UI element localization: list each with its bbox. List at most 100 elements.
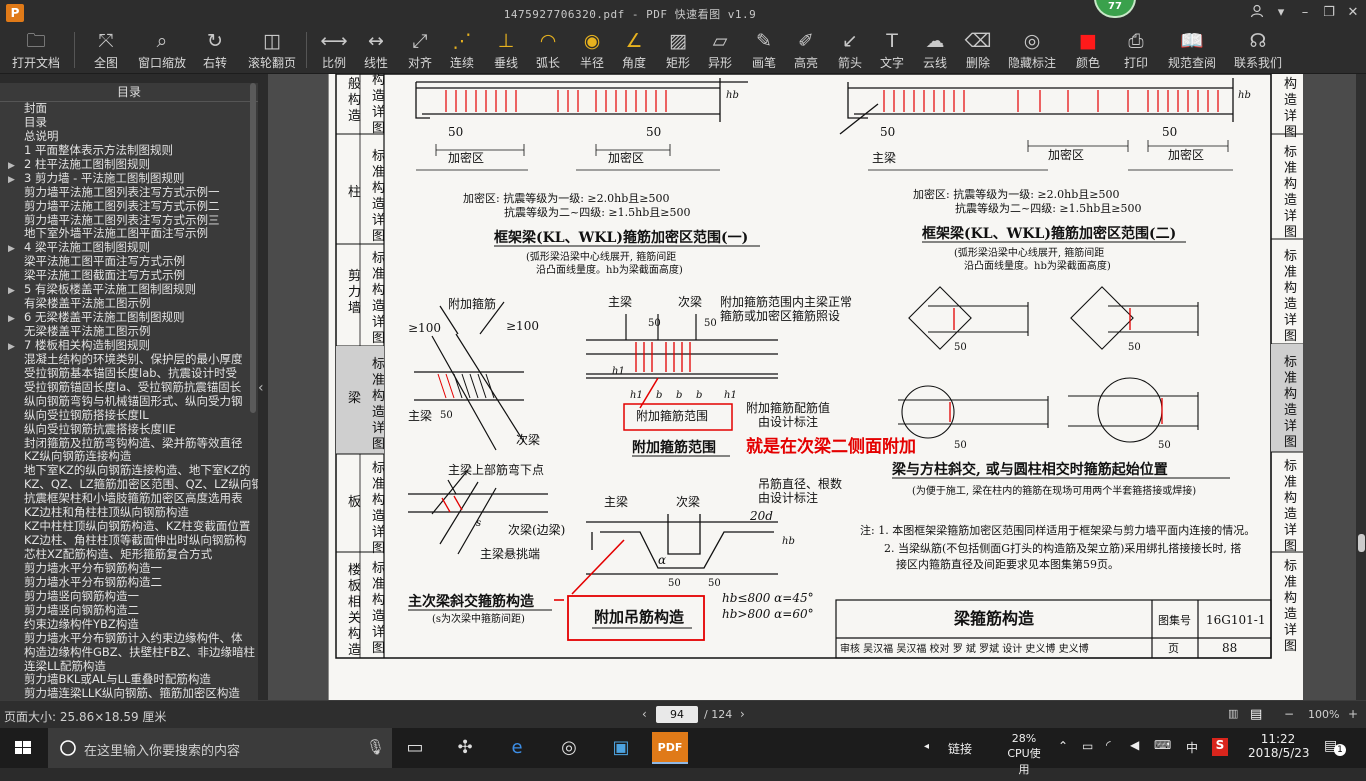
next-page-button[interactable]: › bbox=[740, 707, 745, 721]
toc-item[interactable]: 构造边缘构件GBZ、扶壁柱FBZ、非边缘暗柱 bbox=[0, 646, 258, 660]
toc-item[interactable]: ▶ 6 无梁楼盖平法施工图制图规则 bbox=[0, 311, 258, 325]
battery-icon[interactable]: ▭ bbox=[1082, 739, 1093, 779]
minimize-button[interactable]: – bbox=[1294, 4, 1316, 22]
continuous-button[interactable]: ⋰ 连续 bbox=[446, 26, 478, 74]
toc-item[interactable]: 受拉钢筋基本锚固长度lab、抗震设计时受 bbox=[0, 367, 258, 381]
close-button[interactable]: ✕ bbox=[1342, 4, 1364, 22]
toc-item[interactable]: 剪力墙水平分布钢筋构造一 bbox=[0, 562, 258, 576]
toc-item[interactable]: KZ中柱柱顶纵向钢筋构造、KZ柱变截面位置 bbox=[0, 520, 258, 534]
angle-button[interactable]: ∠ 角度 bbox=[618, 26, 650, 74]
notification-icon[interactable]: ▤ bbox=[1324, 738, 1337, 778]
window-zoom-button[interactable]: ⌕ 窗口缩放 bbox=[136, 26, 188, 74]
prev-page-button[interactable]: ‹ bbox=[642, 707, 647, 721]
toc-item[interactable]: 纵向受拉钢筋抗震搭接长度llE bbox=[0, 423, 258, 437]
open-file-button[interactable]: 🗀 打开文档 bbox=[6, 26, 66, 74]
toc-item[interactable]: 剪力墙平法施工图列表注写方式示例三 bbox=[0, 214, 258, 228]
toc-item[interactable]: KZ边柱和角柱柱顶纵向钢筋构造 bbox=[0, 506, 258, 520]
toc-item[interactable]: 总说明 bbox=[0, 130, 258, 144]
ie-browser-icon[interactable]: e bbox=[502, 733, 532, 763]
scroll-page-button[interactable]: ◫ 滚轮翻页 bbox=[244, 26, 300, 74]
swirl-app-icon[interactable]: ◎ bbox=[554, 733, 584, 763]
expand-caret-icon[interactable]: ▶ bbox=[8, 243, 24, 255]
perpendicular-button[interactable]: ⊥ 垂线 bbox=[490, 26, 522, 74]
toc-item[interactable]: KZ、QZ、LZ箍筋加密区范围、QZ、LZ纵向钢 bbox=[0, 478, 258, 492]
toc-item[interactable]: 纵向受拉钢筋搭接长度lL bbox=[0, 409, 258, 423]
toc-item[interactable]: 纵向钢筋弯钩与机械锚固形式、纵向受力钢 bbox=[0, 395, 258, 409]
text-button[interactable]: T 文字 bbox=[876, 26, 908, 74]
collapse-sidebar-icon[interactable]: ‹ bbox=[258, 380, 268, 396]
pdf-viewer-taskbar-icon[interactable]: PDF bbox=[652, 732, 688, 764]
toc-item[interactable]: KZ纵向钢筋连接构造 bbox=[0, 450, 258, 464]
cpu-usage[interactable]: 28% CPU使用 bbox=[1004, 732, 1044, 776]
photo-app-icon[interactable]: ▣ bbox=[606, 733, 636, 763]
ime-indicator[interactable]: 中 bbox=[1186, 739, 1198, 779]
keyboard-icon[interactable]: ⌨ bbox=[1154, 738, 1171, 778]
expand-caret-icon[interactable]: ▶ bbox=[8, 285, 24, 297]
task-view-icon[interactable]: ▭ bbox=[400, 733, 430, 763]
single-page-view-icon[interactable]: ▥ bbox=[1228, 707, 1238, 720]
toc-item[interactable]: 剪力墙水平分布钢筋计入约束边缘构件、体 bbox=[0, 632, 258, 646]
toc-item[interactable]: 混凝土结构的环境类别、保护层的最小厚度 bbox=[0, 353, 258, 367]
color-button[interactable]: ■ 颜色 bbox=[1072, 26, 1104, 74]
chevron-up-icon[interactable]: ⌃ bbox=[1058, 739, 1068, 779]
expand-caret-icon[interactable]: ▶ bbox=[8, 174, 24, 186]
link-label[interactable]: 链接 bbox=[948, 740, 972, 780]
contact-button[interactable]: ☊ 联系我们 bbox=[1232, 26, 1284, 74]
sogou-ime-icon[interactable]: S bbox=[1212, 738, 1228, 756]
scroll-thumb[interactable] bbox=[1358, 534, 1365, 552]
toc-item[interactable]: 封面 bbox=[0, 102, 258, 116]
rectangle-button[interactable]: ▨ 矩形 bbox=[662, 26, 694, 74]
toc-item[interactable]: 梁平法施工图平面注写方式示例 bbox=[0, 255, 258, 269]
expand-caret-icon[interactable]: ▶ bbox=[8, 341, 24, 353]
document-viewport[interactable]: 般构造 构造详图 柱 标准构造详图 剪力墙 标准构造详图 梁 标准构造详图 板 … bbox=[268, 74, 1356, 700]
toc-item[interactable]: 地下室KZ的纵向钢筋连接构造、地下室KZ的 bbox=[0, 464, 258, 478]
toc-item[interactable]: ▶ 7 楼板相关构造制图规则 bbox=[0, 339, 258, 353]
microphone-icon[interactable]: 🎙 bbox=[366, 738, 385, 756]
hide-annotations-button[interactable]: ◎ 隐藏标注 bbox=[1006, 26, 1058, 74]
toc-item[interactable]: 剪力墙平法施工图列表注写方式示例一 bbox=[0, 186, 258, 200]
toc-item[interactable]: 有梁楼盖平法施工图示例 bbox=[0, 297, 258, 311]
wifi-icon[interactable]: ◜ bbox=[1106, 738, 1111, 778]
zoom-out-button[interactable]: − bbox=[1284, 707, 1294, 721]
toc-item[interactable]: KZ边柱、角柱柱顶等截面伸出时纵向钢筋构 bbox=[0, 534, 258, 548]
align-button[interactable]: ⤢ 对齐 bbox=[404, 26, 436, 74]
toc-item[interactable]: 目录 bbox=[0, 116, 258, 130]
volume-icon[interactable]: ◀ bbox=[1130, 738, 1139, 778]
current-page-input[interactable]: 94 bbox=[656, 706, 698, 723]
expand-caret-icon[interactable]: ▶ bbox=[8, 313, 24, 325]
arc-length-button[interactable]: ◠ 弧长 bbox=[532, 26, 564, 74]
toc-item[interactable]: ▶ 5 有梁板楼盖平法施工图制图规则 bbox=[0, 283, 258, 297]
toc-item[interactable]: 剪力墙连梁LLK纵向钢筋、箍筋加密区构造 bbox=[0, 687, 258, 700]
print-button[interactable]: ⎙ 打印 bbox=[1120, 26, 1152, 74]
toc-item[interactable]: ▶ 2 柱平法施工图制图规则 bbox=[0, 158, 258, 172]
arrow-button[interactable]: ↙ 箭头 bbox=[834, 26, 866, 74]
toc-item[interactable]: ▶ 4 梁平法施工图制图规则 bbox=[0, 241, 258, 255]
user-icon[interactable] bbox=[1246, 4, 1268, 22]
cloud-line-button[interactable]: ☁ 云线 bbox=[918, 26, 952, 74]
toc-item[interactable]: 剪力墙BKL或AL与LL重叠时配筋构造 bbox=[0, 673, 258, 687]
toc-item[interactable]: 剪力墙水平分布钢筋构造二 bbox=[0, 576, 258, 590]
expand-caret-icon[interactable]: ▶ bbox=[8, 160, 24, 172]
delete-button[interactable]: ⌫ 删除 bbox=[962, 26, 994, 74]
menu-dropdown-icon[interactable]: ▾ bbox=[1270, 4, 1292, 22]
radius-button[interactable]: ◉ 半径 bbox=[576, 26, 608, 74]
polygon-button[interactable]: ▱ 异形 bbox=[704, 26, 736, 74]
toc-item[interactable]: 梁平法施工图截面注写方式示例 bbox=[0, 269, 258, 283]
toc-item[interactable]: 受拉钢筋锚固长度la、受拉钢筋抗震锚固长 bbox=[0, 381, 258, 395]
full-view-button[interactable]: ⤧ 全图 bbox=[90, 26, 122, 74]
standards-button[interactable]: 📖 规范查阅 bbox=[1166, 26, 1218, 74]
toc-item[interactable]: 连梁LL配筋构造 bbox=[0, 660, 258, 674]
restore-button[interactable]: ❐ bbox=[1318, 4, 1340, 22]
zoom-in-button[interactable]: + bbox=[1348, 707, 1358, 721]
pen-button[interactable]: ✎ 画笔 bbox=[748, 26, 780, 74]
toc-item[interactable]: 剪力墙竖向钢筋构造一 bbox=[0, 590, 258, 604]
scale-button[interactable]: ⟷ 比例 bbox=[318, 26, 350, 74]
rotate-right-button[interactable]: ↻ 右转 bbox=[200, 26, 230, 74]
toc-item[interactable]: ▶ 3 剪力墙 - 平法施工图制图规则 bbox=[0, 172, 258, 186]
toc-item[interactable]: 剪力墙竖向钢筋构造二 bbox=[0, 604, 258, 618]
toc-item[interactable]: 抗震框架柱和小墙肢箍筋加密区高度选用表 bbox=[0, 492, 258, 506]
continuous-view-icon[interactable]: ▤ bbox=[1250, 707, 1262, 722]
toc-item[interactable]: 封闭箍筋及拉筋弯钩构造、梁并筋等效直径 bbox=[0, 437, 258, 451]
start-button[interactable] bbox=[0, 728, 46, 768]
taskbar-search[interactable]: 在这里输入你要搜索的内容 🎙 bbox=[48, 728, 392, 768]
